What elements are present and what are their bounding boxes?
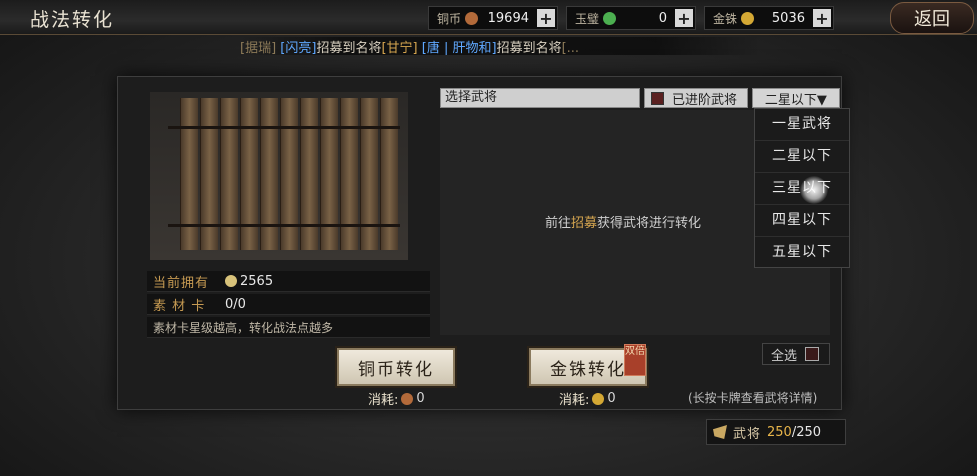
- star-filter-label: 二星以下▼: [764, 92, 827, 108]
- copper-cost-value: 0: [416, 391, 425, 406]
- star-option-2[interactable]: 二星以下: [755, 141, 849, 173]
- copper-add-button[interactable]: +: [537, 9, 555, 28]
- copper-convert-label: 铜币转化: [358, 359, 434, 380]
- select-all-label: 全选: [771, 348, 798, 364]
- star-option-1[interactable]: 一星武将: [755, 109, 849, 141]
- ticker-seg2-dim: [...: [561, 41, 580, 55]
- gold-cost: 消耗: 0: [559, 389, 616, 408]
- general-count-label: 武将: [733, 426, 762, 442]
- back-button[interactable]: 返回: [890, 2, 974, 34]
- ticker-seg1-blue: [闪亮]: [280, 41, 317, 55]
- gold-cost-label: 消耗:: [559, 393, 590, 408]
- empty-hint: 前往招募获得武将进行转化: [545, 212, 701, 231]
- back-label: 返回: [914, 9, 950, 30]
- general-icon: [713, 425, 727, 439]
- ticker-seg2-blue: [唐 | 肝物和]: [421, 41, 497, 55]
- owned-row: 当前拥有 2565: [147, 271, 430, 292]
- copper-value: 19694: [487, 10, 529, 26]
- jade-label: 玉璧: [575, 11, 600, 26]
- general-header: 选择武将 已进阶武将 二星以下▼: [440, 88, 840, 108]
- gold-cost-icon: [592, 392, 605, 405]
- touch-cursor: [800, 176, 828, 204]
- owned-value: 2565: [240, 273, 274, 289]
- jade-value: 0: [658, 10, 667, 26]
- copper-cost-label: 消耗:: [368, 393, 399, 408]
- select-general-label: 选择武将: [440, 88, 640, 108]
- copper-cost-icon: [401, 392, 414, 405]
- copper-cost: 消耗: 0: [368, 389, 425, 408]
- material-label: 素 材 卡: [153, 298, 206, 314]
- ticker-seg1-dim: [据瑞]: [240, 41, 277, 55]
- recruit-ticker: [据瑞] [闪亮]招募到名将[甘宁] [唐 | 肝物和]招募到名将[...: [240, 37, 760, 55]
- gold-value: 5036: [771, 10, 805, 26]
- general-count: 武将 250/250: [706, 419, 846, 445]
- material-note: 素材卡星级越高，转化战法点越多: [153, 320, 334, 335]
- ticker-seg1-gold: [甘宁]: [381, 41, 418, 55]
- hint-post: 获得武将进行转化: [597, 216, 702, 231]
- gold-cost-value: 0: [607, 391, 616, 406]
- bamboo-scroll-image: [150, 92, 408, 260]
- star-option-4[interactable]: 四星以下: [755, 205, 849, 237]
- ticker-seg1-text: 招募到名将: [316, 41, 382, 55]
- jade-coin-icon: [603, 11, 617, 25]
- general-count-total: /250: [791, 424, 822, 440]
- advanced-filter-toggle[interactable]: 已进阶武将: [643, 88, 748, 108]
- material-row: 素 材 卡 0/0: [147, 294, 430, 315]
- jade-add-button[interactable]: +: [675, 9, 693, 28]
- detail-hint: (长按卡牌查看武将详情): [688, 391, 818, 405]
- double-badge: 双倍: [624, 344, 646, 376]
- note-row: 素材卡星级越高，转化战法点越多: [147, 317, 430, 338]
- page-title: 战法转化: [30, 9, 115, 31]
- select-all-checkbox[interactable]: [805, 347, 820, 361]
- advanced-label: 已进阶武将: [671, 92, 737, 108]
- star-filter-dropdown[interactable]: 二星以下▼: [751, 88, 840, 108]
- copper-coin-icon: [465, 11, 479, 25]
- jade-resource: 玉璧 0 +: [566, 6, 696, 30]
- star-option-5[interactable]: 五星以下: [755, 237, 849, 268]
- copper-resource: 铜币 19694 +: [428, 6, 558, 30]
- gold-resource: 金铢 5036 +: [704, 6, 834, 30]
- hint-pre: 前往: [545, 216, 572, 231]
- gold-label: 金铢: [713, 11, 738, 26]
- ticker-seg2-text: 招募到名将: [496, 41, 562, 55]
- tactic-point-icon: [225, 275, 237, 287]
- advanced-checkbox[interactable]: [650, 91, 664, 105]
- owned-label: 当前拥有: [153, 275, 210, 291]
- hint-recruit-link[interactable]: 招募: [571, 216, 597, 231]
- top-bar: 战法转化 铜币 19694 + 玉璧 0 + 金铢 5036 + 返回: [0, 0, 977, 35]
- select-all-toggle[interactable]: 全选: [762, 343, 830, 365]
- gold-convert-label: 金铢转化: [550, 359, 626, 380]
- gold-coin-icon: [741, 11, 755, 25]
- general-count-current: 250: [767, 424, 792, 440]
- copper-label: 铜币: [437, 11, 462, 26]
- copper-convert-button[interactable]: 铜币转化: [337, 348, 455, 386]
- material-value: 0/0: [225, 296, 246, 312]
- gold-add-button[interactable]: +: [813, 9, 831, 28]
